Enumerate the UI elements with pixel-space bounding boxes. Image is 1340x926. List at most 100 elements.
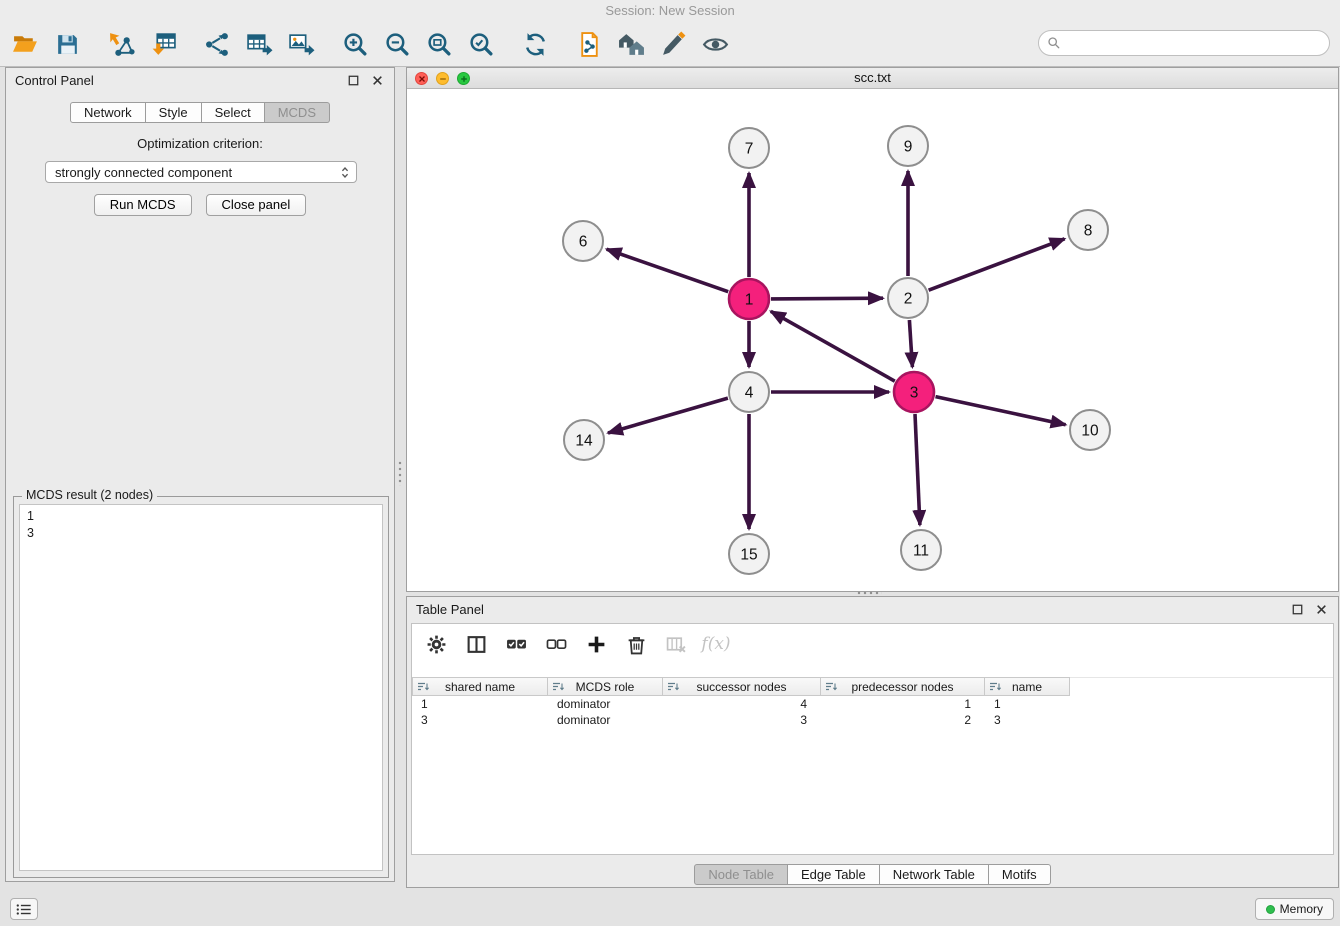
- node-7[interactable]: 7: [729, 128, 769, 168]
- network-canvas[interactable]: 7 9 6 8 1 2 4 3 14 10 15 11: [407, 89, 1338, 591]
- node-2[interactable]: 2: [888, 278, 928, 318]
- tab-motifs[interactable]: Motifs: [989, 864, 1051, 885]
- tab-network[interactable]: Network: [70, 102, 146, 123]
- table-row[interactable]: 3dominator323: [412, 712, 1333, 728]
- edge-1-2[interactable]: [771, 298, 883, 299]
- refresh-icon: [522, 31, 549, 58]
- float-panel-icon[interactable]: [345, 73, 361, 89]
- tab-edge-table[interactable]: Edge Table: [788, 864, 880, 885]
- svg-text:10: 10: [1081, 423, 1099, 440]
- close-panel-icon[interactable]: [369, 73, 385, 89]
- float-table-panel-icon[interactable]: [1289, 602, 1305, 618]
- node-4[interactable]: 4: [729, 372, 769, 412]
- save-session-button[interactable]: [50, 27, 84, 61]
- import-network-icon: [108, 31, 135, 58]
- export-table-icon: [246, 31, 273, 58]
- svg-text:9: 9: [904, 139, 913, 156]
- node-3[interactable]: 3: [894, 372, 934, 412]
- minimize-window-icon[interactable]: [436, 72, 449, 85]
- list-icon: [16, 903, 32, 916]
- close-panel-button[interactable]: Close panel: [206, 194, 307, 216]
- edge-3-11[interactable]: [915, 414, 920, 525]
- column-header-successor-nodes[interactable]: successor nodes: [663, 677, 821, 696]
- zoom-fit-button[interactable]: [422, 27, 456, 61]
- settings-button[interactable]: [424, 632, 448, 656]
- add-entry-button[interactable]: [584, 632, 608, 656]
- tab-mcds[interactable]: MCDS: [265, 102, 330, 123]
- run-mcds-button[interactable]: Run MCDS: [94, 194, 192, 216]
- node-1[interactable]: 1: [729, 279, 769, 319]
- search-box[interactable]: [1038, 30, 1330, 56]
- select-all-checkbox-button[interactable]: [504, 632, 528, 656]
- node-10[interactable]: 10: [1070, 410, 1110, 450]
- node-15[interactable]: 15: [729, 534, 769, 574]
- import-network-from-file-button[interactable]: [104, 27, 138, 61]
- column-header-shared-name[interactable]: shared name: [412, 677, 548, 696]
- tab-select[interactable]: Select: [202, 102, 265, 123]
- sort-icon: [825, 681, 837, 693]
- column-header-mcds-role[interactable]: MCDS role: [548, 677, 663, 696]
- export-table-button[interactable]: [242, 27, 276, 61]
- search-input[interactable]: [1066, 36, 1321, 50]
- edge-3-1[interactable]: [771, 311, 895, 381]
- import-table-from-file-button[interactable]: [146, 27, 180, 61]
- table-cell: 1: [821, 696, 985, 712]
- network-overview-button[interactable]: [614, 27, 648, 61]
- tab-network-table[interactable]: Network Table: [880, 864, 989, 885]
- column-visibility-button[interactable]: [464, 632, 488, 656]
- node-6[interactable]: 6: [563, 221, 603, 261]
- svg-text:3: 3: [910, 385, 919, 402]
- close-window-icon[interactable]: [415, 72, 428, 85]
- delete-column-button[interactable]: [664, 632, 688, 656]
- node-9[interactable]: 9: [888, 126, 928, 166]
- table-body: 1dominator4113dominator323: [412, 696, 1333, 728]
- criterion-dropdown[interactable]: strongly connected component: [45, 161, 357, 183]
- new-network-button[interactable]: [200, 27, 234, 61]
- export-image-icon: [288, 31, 315, 58]
- close-table-panel-icon[interactable]: [1313, 602, 1329, 618]
- mcds-result-list[interactable]: 13: [19, 504, 383, 871]
- zoom-in-button[interactable]: [338, 27, 372, 61]
- zoom-window-icon[interactable]: [457, 72, 470, 85]
- edge-2-3[interactable]: [909, 320, 912, 367]
- toggle-visibility-button[interactable]: [698, 27, 732, 61]
- node-14[interactable]: 14: [564, 420, 604, 460]
- function-builder-button[interactable]: f(x): [704, 632, 728, 656]
- zoom-in-icon: [342, 31, 369, 58]
- table-cell: 1: [412, 696, 548, 712]
- svg-text:6: 6: [579, 234, 588, 251]
- column-visibility-icon: [466, 634, 487, 655]
- delete-entry-button[interactable]: [624, 632, 648, 656]
- zoom-selected-button[interactable]: [464, 27, 498, 61]
- edge-3-10[interactable]: [936, 397, 1066, 425]
- tab-style[interactable]: Style: [146, 102, 202, 123]
- node-11[interactable]: 11: [901, 530, 941, 570]
- zoom-out-button[interactable]: [380, 27, 414, 61]
- mcds-result-groupbox: MCDS result (2 nodes) 13: [13, 496, 389, 878]
- refresh-view-button[interactable]: [518, 27, 552, 61]
- sort-icon: [667, 681, 679, 693]
- table-row[interactable]: 1dominator411: [412, 696, 1333, 712]
- memory-status-icon: [1266, 905, 1275, 914]
- horizontal-splitter-handle[interactable]: [856, 590, 882, 595]
- open-file-button[interactable]: [8, 27, 42, 61]
- result-item[interactable]: 3: [20, 525, 382, 542]
- task-history-button[interactable]: [10, 898, 38, 920]
- table-panel-tabs: Node TableEdge TableNetwork TableMotifs: [407, 864, 1338, 885]
- edge-2-8[interactable]: [929, 239, 1065, 290]
- new-network-view-button[interactable]: [572, 27, 606, 61]
- table-cell: dominator: [548, 712, 663, 728]
- tab-node-table[interactable]: Node Table: [694, 864, 788, 885]
- node-8[interactable]: 8: [1068, 210, 1108, 250]
- edge-1-6[interactable]: [607, 249, 729, 292]
- vertical-splitter-handle[interactable]: [397, 460, 404, 486]
- unselect-all-checkbox-button[interactable]: [544, 632, 568, 656]
- column-header-predecessor-nodes[interactable]: predecessor nodes: [821, 677, 985, 696]
- apply-style-button[interactable]: [656, 27, 690, 61]
- memory-button[interactable]: Memory: [1255, 898, 1334, 920]
- edge-4-14[interactable]: [608, 398, 728, 433]
- control-panel-tabs: NetworkStyleSelectMCDS: [6, 102, 394, 123]
- column-header-name[interactable]: name: [985, 677, 1070, 696]
- export-image-button[interactable]: [284, 27, 318, 61]
- result-item[interactable]: 1: [20, 508, 382, 525]
